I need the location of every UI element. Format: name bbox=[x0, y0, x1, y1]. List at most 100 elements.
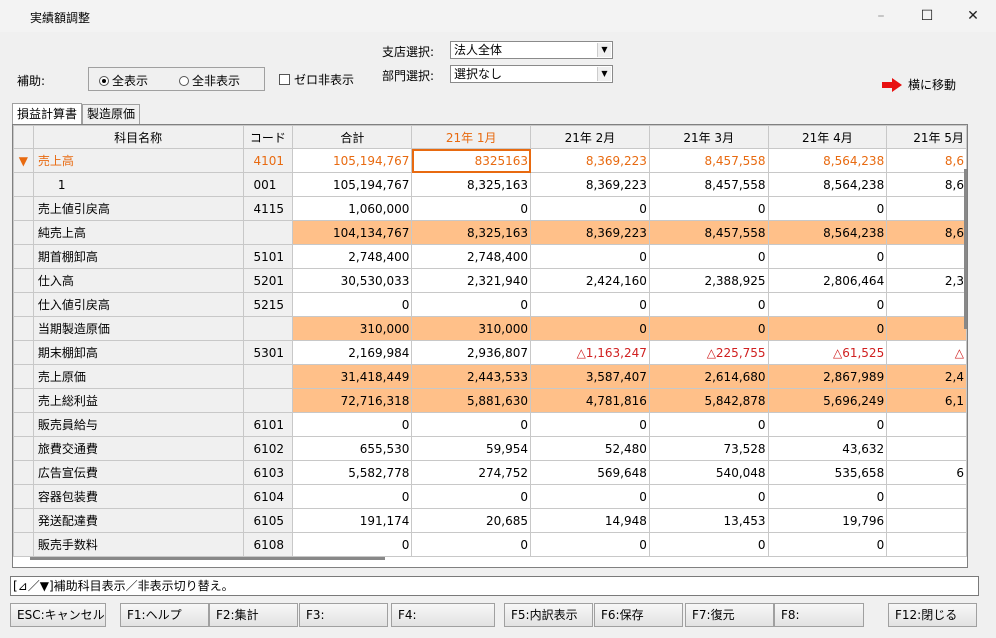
header-account-name[interactable]: 科目名称 bbox=[32, 125, 244, 149]
aux-hide-all-radio[interactable]: 全非表示 bbox=[179, 72, 240, 89]
month-cell[interactable]: 0 bbox=[648, 196, 769, 221]
f2-aggregate-button[interactable]: F2:集計 bbox=[209, 603, 298, 627]
month-cell[interactable]: △1,163,247 bbox=[530, 340, 650, 365]
total-cell[interactable]: 5,582,778 bbox=[292, 460, 413, 485]
account-name-cell[interactable]: 容器包装費 bbox=[32, 484, 244, 509]
header-total[interactable]: 合計 bbox=[292, 125, 413, 149]
f3-button[interactable]: F3: bbox=[299, 603, 388, 627]
account-code-cell[interactable]: 5201 bbox=[242, 268, 294, 293]
month-cell[interactable]: 8,564,238 bbox=[767, 220, 888, 245]
month-cell[interactable]: 2,4 bbox=[886, 364, 967, 389]
month-cell[interactable]: 8,6 bbox=[886, 148, 967, 173]
table-row[interactable]: 容器包装費 6104 0 0 0 0 0 bbox=[13, 484, 967, 509]
month-cell[interactable]: 73,528 bbox=[648, 436, 769, 461]
month-cell[interactable]: 19,796 bbox=[767, 508, 888, 533]
maximize-button[interactable]: ☐ bbox=[904, 0, 950, 32]
vertical-scroll-thumb[interactable] bbox=[964, 169, 967, 329]
account-name-cell[interactable]: 販売手数料 bbox=[32, 532, 244, 557]
aux-show-all-radio[interactable]: 全表示 bbox=[99, 72, 148, 89]
month-cell[interactable]: 0 bbox=[530, 532, 650, 557]
account-code-cell[interactable] bbox=[242, 364, 294, 389]
month-cell[interactable]: 2,806,464 bbox=[767, 268, 888, 293]
total-cell[interactable]: 105,194,767 bbox=[292, 148, 413, 173]
month-cell[interactable]: 2,614,680 bbox=[648, 364, 769, 389]
month-cell[interactable]: 0 bbox=[411, 412, 532, 437]
month-cell[interactable]: 0 bbox=[648, 484, 769, 509]
month-cell[interactable]: 0 bbox=[411, 484, 532, 509]
total-cell[interactable]: 2,748,400 bbox=[292, 244, 413, 269]
month-cell[interactable]: 310,000 bbox=[411, 316, 532, 341]
account-code-cell[interactable]: 4115 bbox=[242, 196, 294, 221]
account-name-cell[interactable]: 期首棚卸高 bbox=[32, 244, 244, 269]
horizontal-scrollbar[interactable] bbox=[16, 556, 966, 564]
table-row[interactable]: 販売員給与 6101 0 0 0 0 0 bbox=[13, 412, 967, 437]
f1-help-button[interactable]: F1:ヘルプ bbox=[120, 603, 209, 627]
tab-income-statement[interactable]: 損益計算書 bbox=[12, 103, 83, 124]
minimize-button[interactable]: – bbox=[858, 0, 904, 32]
month-cell[interactable]: 2,748,400 bbox=[411, 244, 532, 269]
total-cell[interactable]: 2,169,984 bbox=[292, 340, 413, 365]
account-name-cell[interactable]: 売上高 bbox=[32, 148, 244, 173]
month-cell[interactable]: 8,325,163 bbox=[411, 172, 532, 197]
account-code-cell[interactable]: 6104 bbox=[242, 484, 294, 509]
month-cell[interactable]: 0 bbox=[530, 316, 650, 341]
total-cell[interactable]: 0 bbox=[292, 532, 413, 557]
month-cell[interactable]: 3,587,407 bbox=[530, 364, 650, 389]
esc-cancel-button[interactable]: ESC:キャンセル bbox=[10, 603, 106, 627]
month-cell[interactable]: 59,954 bbox=[411, 436, 532, 461]
account-code-cell[interactable]: 6105 bbox=[242, 508, 294, 533]
month-cell[interactable]: 2,867,989 bbox=[767, 364, 888, 389]
month-cell[interactable]: 2,443,533 bbox=[411, 364, 532, 389]
f4-button[interactable]: F4: bbox=[391, 603, 495, 627]
table-row[interactable]: 期末棚卸高 5301 2,169,984 2,936,807 △1,163,247 △22… bbox=[13, 340, 967, 365]
month-cell[interactable]: 0 bbox=[767, 316, 888, 341]
month-cell[interactable]: 0 bbox=[411, 532, 532, 557]
table-row[interactable]: 販売手数料 6108 0 0 0 0 0 bbox=[13, 532, 967, 557]
f7-restore-button[interactable]: F7:復元 bbox=[685, 603, 774, 627]
month-cell[interactable] bbox=[886, 292, 967, 317]
f6-save-button[interactable]: F6:保存 bbox=[594, 603, 683, 627]
account-name-cell[interactable]: 純売上高 bbox=[32, 220, 244, 245]
account-name-cell[interactable]: 期末棚卸高 bbox=[32, 340, 244, 365]
total-cell[interactable]: 191,174 bbox=[292, 508, 413, 533]
dept-select[interactable]: 選択なし ▼ bbox=[450, 65, 613, 83]
month-cell[interactable]: 5,696,249 bbox=[767, 388, 888, 413]
month-cell[interactable]: 6,1 bbox=[886, 388, 967, 413]
month-cell[interactable] bbox=[886, 196, 967, 221]
total-cell[interactable]: 30,530,033 bbox=[292, 268, 413, 293]
month-cell[interactable]: 0 bbox=[767, 244, 888, 269]
account-code-cell[interactable]: 5301 bbox=[242, 340, 294, 365]
month-cell[interactable]: 5,842,878 bbox=[648, 388, 769, 413]
table-row[interactable]: 1 001 105,194,767 8,325,163 8,369,223 8,457,5… bbox=[13, 172, 967, 197]
total-cell[interactable]: 105,194,767 bbox=[292, 172, 413, 197]
month-cell[interactable]: 274,752 bbox=[411, 460, 532, 485]
month-cell[interactable]: 4,781,816 bbox=[530, 388, 650, 413]
total-cell[interactable]: 1,060,000 bbox=[292, 196, 413, 221]
branch-select[interactable]: 法人全体 ▼ bbox=[450, 41, 613, 59]
month-cell[interactable]: 0 bbox=[767, 484, 888, 509]
table-row[interactable]: 売上総利益 72,716,318 5,881,630 4,781,816 5,842,8… bbox=[13, 388, 967, 413]
month-cell[interactable]: 2,424,160 bbox=[530, 268, 650, 293]
month-cell[interactable]: △61,525 bbox=[767, 340, 888, 365]
table-row[interactable]: 当期製造原価 310,000 310,000 0 0 0 bbox=[13, 316, 967, 341]
table-row[interactable]: 仕入値引戻高 5215 0 0 0 0 0 bbox=[13, 292, 967, 317]
month-cell[interactable]: 43,632 bbox=[767, 436, 888, 461]
month-cell[interactable]: 0 bbox=[648, 412, 769, 437]
month-cell[interactable]: 20,685 bbox=[411, 508, 532, 533]
table-row[interactable]: 仕入高 5201 30,530,033 2,321,940 2,424,160 2,388… bbox=[13, 268, 967, 293]
table-row[interactable]: 期首棚卸高 5101 2,748,400 2,748,400 0 0 0 bbox=[13, 244, 967, 269]
month-cell[interactable]: 0 bbox=[530, 292, 650, 317]
month-cell[interactable]: 8,6 bbox=[886, 220, 967, 245]
total-cell[interactable]: 655,530 bbox=[292, 436, 413, 461]
month-cell[interactable]: 8,457,558 bbox=[648, 148, 769, 173]
total-cell[interactable]: 31,418,449 bbox=[292, 364, 413, 389]
month-cell[interactable]: 8,325,163 bbox=[411, 220, 532, 245]
account-name-cell[interactable]: 発送配達費 bbox=[32, 508, 244, 533]
month-cell[interactable]: 8,564,238 bbox=[767, 172, 888, 197]
account-code-cell[interactable]: 5215 bbox=[242, 292, 294, 317]
f8-button[interactable]: F8: bbox=[774, 603, 864, 627]
header-month-1[interactable]: 21年 1月 bbox=[411, 125, 532, 149]
month-cell[interactable]: △ bbox=[886, 340, 967, 365]
header-month-3[interactable]: 21年 3月 bbox=[648, 125, 769, 149]
month-cell[interactable]: 8,6 bbox=[886, 172, 967, 197]
